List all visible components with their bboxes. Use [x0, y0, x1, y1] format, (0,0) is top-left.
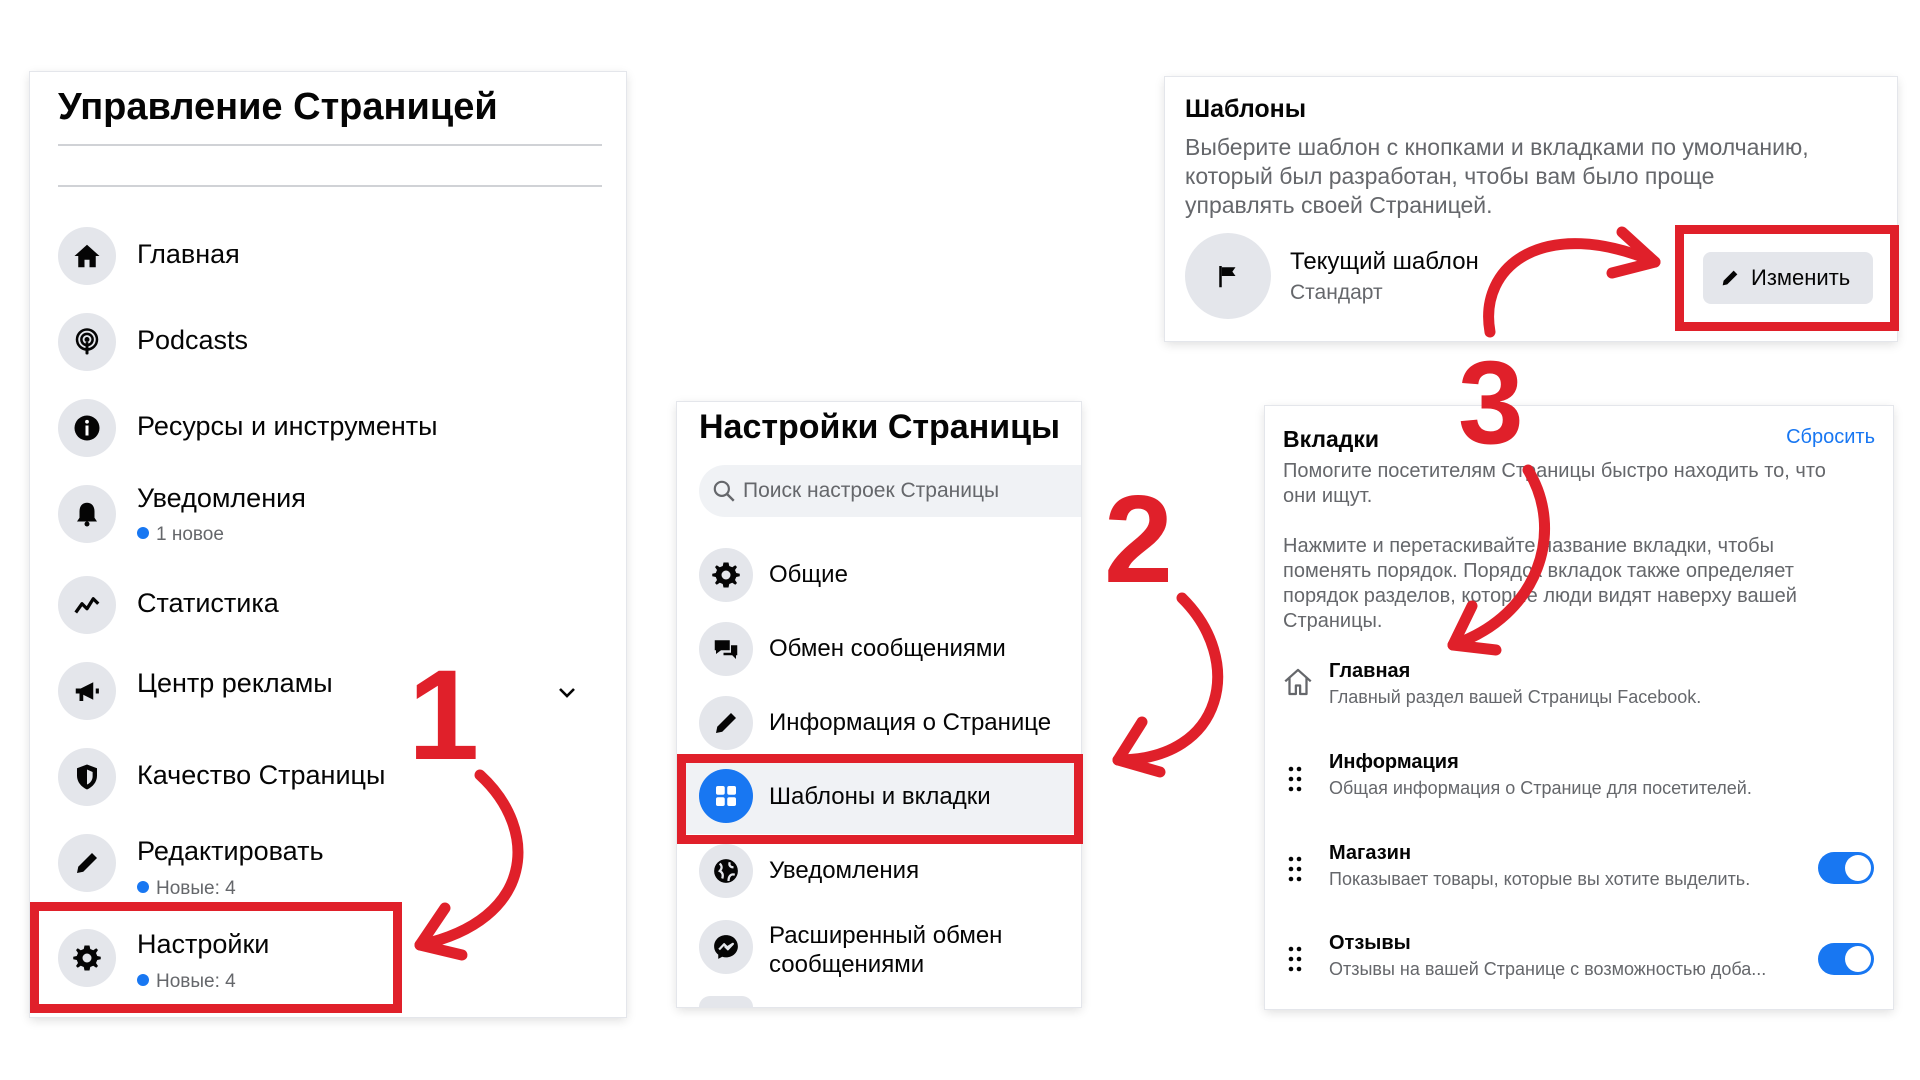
nav-item-badge: 1 новое [137, 524, 224, 546]
divider [58, 144, 602, 146]
search-icon [713, 480, 735, 502]
page-settings-title: Настройки Страницы [699, 408, 1061, 446]
pencil-icon [58, 834, 116, 892]
chat-icon [699, 622, 753, 676]
settings-item-label: Уведомления [769, 857, 920, 884]
info-icon [58, 399, 116, 457]
nav-item-label: Редактировать [137, 836, 324, 866]
settings-item-label: Расширенный обмен [769, 922, 1003, 949]
bell-icon [58, 485, 116, 543]
drag-handle-icon[interactable] [1287, 764, 1303, 794]
page-settings-panel: Настройки Страницы Поиск настроек Страни… [677, 402, 1081, 1007]
megaphone-icon [58, 662, 116, 720]
nav-item-label: Podcasts [137, 325, 249, 355]
step-number-1: 1 [408, 644, 480, 787]
manage-page-title: Управление Страницей [58, 86, 498, 128]
tabs-description-line: Нажмите и перетаскивайте название вкладк… [1283, 535, 1774, 557]
chevron-down-icon[interactable] [555, 680, 579, 704]
pencil-icon [699, 696, 753, 750]
highlight-templates-tabs [677, 754, 1083, 844]
drag-handle-icon[interactable] [1287, 944, 1303, 974]
settings-item-label-line2: сообщениями [769, 951, 925, 978]
settings-item-label: Обмен сообщениями [769, 635, 1006, 662]
tab-name: Магазин [1329, 842, 1412, 864]
flag-icon [1185, 233, 1271, 319]
highlight-settings [30, 902, 402, 1013]
nav-item-label: Статистика [137, 588, 279, 618]
arrow-step-2 [1112, 592, 1224, 766]
tabs-description-line: они ищут. [1283, 485, 1373, 507]
gear-icon [699, 548, 753, 602]
tabs-panel: Вкладки Сбросить Помогите посетителям Ст… [1265, 406, 1893, 1009]
current-template-label: Текущий шаблон [1290, 248, 1479, 275]
settings-item-label: Общие [769, 561, 848, 588]
nav-item-label: Уведомления [137, 483, 306, 513]
reviews-tab-toggle[interactable] [1818, 943, 1874, 975]
settings-item-label: Информация о Странице [769, 709, 1052, 736]
nav-item-label: Ресурсы и инструменты [137, 411, 438, 441]
reset-link[interactable]: Сбросить [1786, 426, 1875, 449]
shop-tab-toggle[interactable] [1818, 852, 1874, 884]
templates-title: Шаблоны [1185, 95, 1307, 123]
arrow-head-step-2 [1112, 716, 1166, 778]
home-icon [58, 227, 116, 285]
templates-description-line-3: управлять своей Страницей. [1185, 192, 1493, 218]
drag-handle-icon[interactable] [1287, 854, 1303, 884]
current-template-value: Стандарт [1290, 281, 1383, 304]
stats-icon [58, 576, 116, 634]
tab-name: Информация [1329, 751, 1459, 773]
tabs-description-line: порядок разделов, которые люди видят нав… [1283, 585, 1797, 607]
nav-item-label: Качество Страницы [137, 760, 386, 790]
templates-description-line-2: который был разработан, чтобы вам было п… [1185, 163, 1715, 189]
tab-description: Отзывы на вашей Странице с возможностью … [1329, 959, 1767, 979]
tab-name: Отзывы [1329, 932, 1411, 954]
tabs-description-line: Помогите посетителям Страницы быстро нах… [1283, 460, 1826, 482]
new-dot-icon [137, 526, 149, 539]
manage-page-panel: Управление Страницей Главная Podcasts Ре… [30, 72, 626, 1017]
highlight-edit-button [1675, 225, 1899, 331]
settings-search-input[interactable]: Поиск настроек Страницы [699, 465, 1081, 517]
home-outline-icon [1284, 668, 1312, 696]
tabs-description-line: поменять порядок. Порядок вкладок также … [1283, 560, 1794, 582]
messenger-icon [699, 920, 753, 974]
tab-description: Главный раздел вашей Страницы Facebook. [1329, 687, 1702, 707]
divider [58, 185, 602, 187]
tab-description: Показывает товары, которые вы хотите выд… [1329, 869, 1751, 889]
tab-name: Главная [1329, 660, 1411, 682]
tabs-title: Вкладки [1283, 426, 1380, 452]
search-placeholder: Поиск настроек Страницы [743, 479, 1000, 502]
tab-description: Общая информация о Странице для посетите… [1329, 778, 1752, 798]
podcast-icon [58, 313, 116, 371]
tabs-description-line: Страницы. [1283, 610, 1383, 632]
shield-icon [58, 748, 116, 806]
step-number-3: 3 [1458, 337, 1524, 469]
nav-item-label: Главная [137, 239, 240, 269]
step-number-2: 2 [1104, 471, 1173, 609]
nav-item-label: Центр рекламы [137, 668, 333, 698]
nav-item-badge: Новые: 4 [137, 878, 236, 900]
templates-description-line-1: Выберите шаблон с кнопками и вкладками п… [1185, 134, 1809, 160]
partial-next-item [699, 996, 753, 1007]
globe-icon [699, 844, 753, 898]
new-dot-icon [137, 880, 149, 893]
